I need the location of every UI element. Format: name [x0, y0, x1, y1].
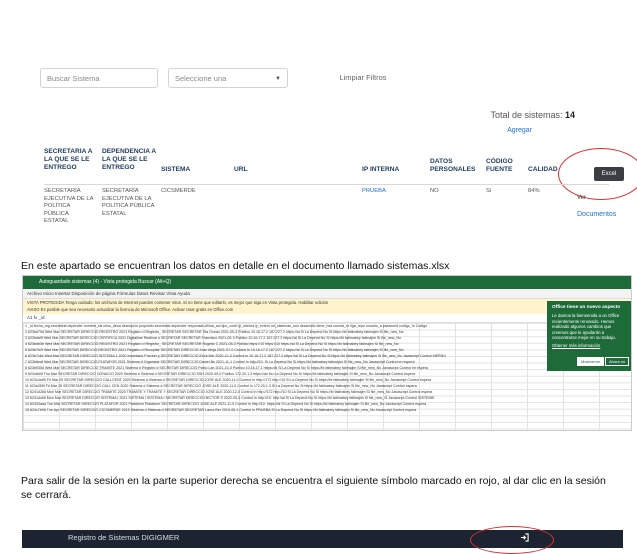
- logout-highlight-circle: [470, 526, 554, 554]
- documentos-link[interactable]: Documentos: [577, 211, 616, 218]
- excel-warn1: VISTA PROTEGIDA Tenga cuidado: los archi…: [27, 300, 329, 305]
- category-select[interactable]: Seleccione una ▼: [168, 68, 288, 88]
- chevron-down-icon: ▼: [275, 76, 281, 82]
- header-divider: [44, 184, 609, 185]
- excel-title-bar: Autoguardado sistemas (4) - Vista proteg…: [23, 276, 631, 289]
- header-codigo: CÓDIGO FUENTE: [486, 158, 513, 173]
- popup-link[interactable]: Obtener más información: [552, 343, 626, 348]
- caption-excel: En este apartado se encuentran los datos…: [21, 260, 450, 272]
- header-calidad: CALIDAD: [528, 166, 558, 173]
- excel-row: 1 _id fecha_reg secretaria depender nomb…: [25, 324, 428, 328]
- popup-body: Le damos la bienvenida a un Office recie…: [552, 313, 620, 341]
- excel-license-bar: AVISO Es posible que sea necesario actua…: [23, 306, 631, 314]
- cell-calidad: 84%: [528, 188, 540, 194]
- excel-highlight-circle: [558, 148, 637, 200]
- popup-dismiss-button[interactable]: Ahora no: [605, 357, 630, 366]
- add-link[interactable]: Agregar: [507, 127, 532, 134]
- excel-row: 7 623b8eaf Wed Mar SECRETAR DIRECCIÓ PLA…: [25, 360, 415, 364]
- excel-ribbon-text: Archivo Inicio Insertar Disposición de p…: [27, 291, 190, 296]
- popup-title: Office tiene un nuevo aspecto: [552, 305, 621, 310]
- total-value: 14: [564, 110, 575, 120]
- excel-row: 2 623bd79d Wed Mar SECRETAR DIRECCIÓ REG…: [25, 330, 404, 334]
- excel-title: Autoguardado sistemas (4) - Vista proteg…: [39, 279, 172, 285]
- office-popup: Office tiene un nuevo aspecto Le damos l…: [547, 301, 631, 371]
- excel-ribbon: Archivo Inicio Insertar Disposición de p…: [23, 289, 631, 299]
- filter-bar: Buscar Sistema Seleccione una ▼ Limpiar …: [40, 62, 600, 92]
- excel-row: 4 623bdb3b Wed Mar SECRETAR DIRECCIÓ REG…: [25, 342, 399, 346]
- excel-screenshot: Autoguardado sistemas (4) - Vista proteg…: [22, 275, 632, 431]
- header-secretaria: SECRETARIA A LA QUE SE LE ENTREGO: [44, 148, 93, 171]
- ver-button[interactable]: Ver: [577, 195, 586, 201]
- excel-row: 6 623b7c6c Wed Mar SECRETAR DIRECCIÓ SIS…: [25, 354, 447, 358]
- cell-datos: NO: [430, 188, 439, 194]
- excel-row: 11 623a355f Fri Mar 25 SECRETAR DIRECCIÓ…: [25, 384, 417, 388]
- caption-logout: Para salir de la sesión en la parte supe…: [21, 475, 606, 501]
- excel-row: 5 623b7b2f Wed Mar SECRETAR DIRECCIÓ REG…: [25, 348, 404, 352]
- total-systems: Total de sistemas: 14: [490, 110, 575, 120]
- excel-row: 3 623bda9f Wed Mar SECRETAR DIRECCIÓ CER…: [25, 336, 401, 340]
- header-dependencia: DEPENDENCIA A LA QUE SE LE ENTREGO: [102, 148, 156, 171]
- header-ip: IP INTERNA: [362, 166, 400, 173]
- header-url: URL: [234, 166, 248, 173]
- header-datos: DATOS PERSONALES: [430, 158, 476, 173]
- excel-warn2: AVISO Es posible que sea necesario actua…: [27, 307, 234, 312]
- excel-row: 14 62433aaa Tue Mar SECRETAR DIRECCIÓ PL…: [25, 402, 427, 406]
- header-sistema: SISTEMA: [161, 166, 191, 173]
- excel-formula-bar: A1 fx _id: [23, 314, 631, 323]
- cell-sistema: CICSMERDE: [161, 188, 196, 194]
- cell-secretaria: SECRETARÍA EJECUTIVA DE LA POLÍTICA PÚBL…: [44, 188, 94, 224]
- cell-ip[interactable]: PRUEBA: [362, 188, 386, 196]
- excel-row: 15 624c7b96 Tue Apr SECRETAR DIRECCIÓ CI…: [25, 408, 417, 412]
- popup-show-button[interactable]: Mostrarme: [577, 357, 605, 366]
- cell-codigo: Si: [486, 188, 492, 194]
- excel-row: 8 623b935d Wed Mar SECRETAR DIRECCIÓ TRA…: [25, 366, 429, 370]
- excel-row: 12 6241d28d Mon Mar SECRETAR DIRECCIÓ TR…: [25, 390, 433, 394]
- cell-dependencia: SECRETARÍA EJECUTIVA DE LA POLÍTICA PÚBL…: [102, 188, 155, 217]
- excel-row: 13 6241dcb5 Mon Mar SECRETAR DIRECCIÓ SI…: [25, 396, 434, 400]
- total-label: Total de sistemas:: [490, 110, 563, 120]
- select-value: Seleccione una: [175, 74, 227, 83]
- app-header-bar: Registro de Sistemas DIGIGMER: [22, 526, 623, 554]
- excel-row: 10 623c4a95 Fri Mar 25 SECRETAR DIRECCIÓ…: [25, 378, 432, 382]
- excel-formula: A1 fx _id: [27, 315, 45, 320]
- search-input[interactable]: Buscar Sistema: [40, 68, 158, 88]
- app-title: Registro de Sistemas DIGIGMER: [68, 533, 180, 542]
- excel-row: 9 623c8d4f Thu Mar SECRETAR DIRECCIÓ DON…: [25, 372, 416, 376]
- clear-filters-button[interactable]: Limpiar Filtros: [298, 68, 428, 88]
